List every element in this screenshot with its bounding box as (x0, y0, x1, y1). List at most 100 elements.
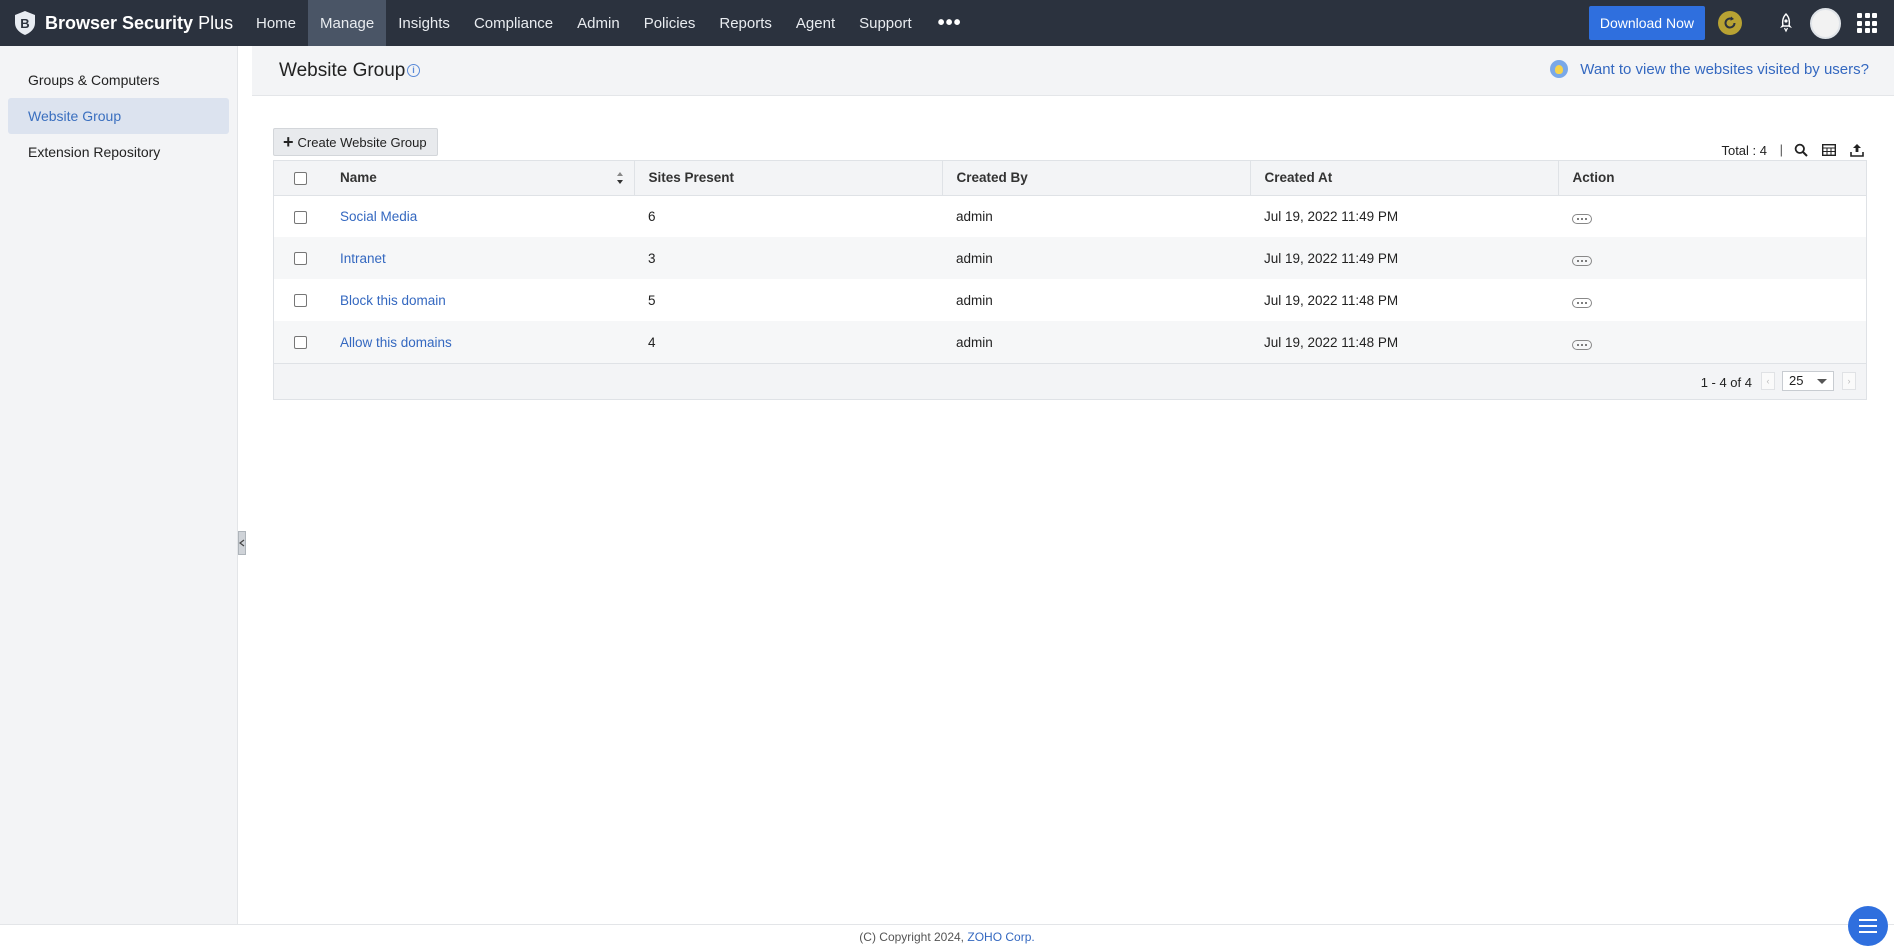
sidebar: Groups & Computers Website Group Extensi… (0, 46, 238, 924)
nav-policies[interactable]: Policies (632, 0, 708, 46)
sidebar-item-groups-computers[interactable]: Groups & Computers (8, 62, 229, 98)
table-row: Social Media 6 admin Jul 19, 2022 11:49 … (274, 195, 1866, 237)
action-cell (1558, 321, 1866, 363)
visited-websites-link[interactable]: Want to view the websites visited by use… (1580, 61, 1869, 78)
select-all-cell (274, 161, 326, 196)
page-footer: (C) Copyright 2024, ZOHO Corp. (0, 924, 1894, 948)
group-name-link[interactable]: Social Media (340, 209, 417, 224)
toolbar-separator: | (1779, 142, 1783, 157)
create-website-group-button[interactable]: + Create Website Group (273, 128, 438, 156)
nav-home[interactable]: Home (244, 0, 308, 46)
nav-support[interactable]: Support (847, 0, 924, 46)
avatar[interactable] (1810, 7, 1841, 39)
menu-icon[interactable] (1848, 906, 1888, 946)
page-header: Website Group i Want to view the website… (252, 46, 1894, 96)
name-cell: Social Media (326, 195, 634, 237)
shield-b-icon: B (13, 10, 37, 36)
row-checkbox[interactable] (293, 336, 307, 350)
created-by-cell: admin (942, 237, 1250, 279)
table-row: Allow this domains 4 admin Jul 19, 2022 … (274, 321, 1866, 363)
created-at-cell: Jul 19, 2022 11:48 PM (1250, 321, 1558, 363)
topbar-actions: Download Now (1588, 0, 1894, 46)
brand-name: Browser Security Plus (45, 13, 233, 34)
created-by-cell: admin (942, 321, 1250, 363)
row-checkbox[interactable] (293, 210, 307, 224)
more-options-icon[interactable] (1572, 214, 1592, 225)
company-link[interactable]: ZOHO Corp. (967, 930, 1034, 944)
nav-admin[interactable]: Admin (565, 0, 632, 46)
visited-websites-prompt: Want to view the websites visited by use… (1550, 60, 1869, 78)
created-at-cell: Jul 19, 2022 11:49 PM (1250, 237, 1558, 279)
grid-apps-icon[interactable] (1857, 13, 1877, 33)
main-content: Website Group i Want to view the website… (252, 46, 1894, 924)
sites-present-cell: 4 (634, 321, 942, 363)
table-columns-icon[interactable] (1821, 142, 1837, 158)
page-title: Website Group (279, 60, 406, 81)
more-options-icon[interactable]: ••• (924, 0, 976, 46)
group-name-link[interactable]: Intranet (340, 251, 386, 266)
group-name-link[interactable]: Block this domain (340, 293, 446, 308)
row-select-cell (274, 237, 326, 279)
info-icon[interactable]: i (407, 64, 420, 77)
chevron-left-icon[interactable]: ‹ (1761, 372, 1775, 390)
top-navigation-bar: B Browser Security Plus Home Manage Insi… (0, 0, 1894, 46)
more-options-icon[interactable] (1572, 340, 1592, 350)
action-cell (1558, 237, 1866, 279)
name-cell: Allow this domains (326, 321, 634, 363)
create-website-group-label: Create Website Group (297, 134, 427, 150)
nav-reports[interactable]: Reports (707, 0, 784, 46)
sites-present-cell: 6 (648, 208, 656, 224)
column-header-action: Action (1558, 161, 1866, 196)
total-count: Total : 4 (1721, 143, 1767, 158)
sites-present-cell: 3 (634, 237, 942, 279)
lightbulb-icon (1550, 60, 1569, 78)
column-header-sites-present[interactable]: Sites Present (634, 161, 943, 196)
export-icon[interactable] (1849, 142, 1865, 158)
brand[interactable]: B Browser Security Plus (0, 0, 244, 46)
page-size-select[interactable]: 25 (1782, 371, 1834, 391)
created-at-cell: Jul 19, 2022 11:49 PM (1264, 208, 1399, 224)
more-options-icon[interactable] (1572, 298, 1592, 308)
more-options-icon[interactable] (1572, 256, 1592, 266)
row-select-cell (274, 195, 326, 237)
row-checkbox[interactable] (293, 294, 307, 308)
svg-text:B: B (20, 16, 29, 31)
group-name-link[interactable]: Allow this domains (340, 335, 452, 350)
created-by-cell: admin (956, 292, 993, 308)
sort-icon (616, 172, 623, 184)
column-header-name[interactable]: Name (326, 161, 635, 196)
chevron-left-icon (239, 539, 245, 547)
table-pagination: 1 - 4 of 4 ‹ 25 › (274, 363, 1866, 399)
refresh-icon[interactable] (1718, 11, 1742, 35)
action-cell (1558, 279, 1866, 321)
search-icon[interactable] (1793, 142, 1809, 158)
table-header-row: Name Sites Present Created By Created At… (274, 161, 1866, 196)
created-at-cell: Jul 19, 2022 11:48 PM (1264, 292, 1399, 308)
column-header-created-by[interactable]: Created By (942, 161, 1251, 196)
row-checkbox[interactable] (293, 252, 307, 266)
plus-icon: + (283, 132, 294, 152)
nav-manage[interactable]: Manage (308, 0, 387, 46)
select-all-checkbox[interactable] (293, 172, 307, 186)
row-select-cell (274, 321, 326, 363)
column-header-name-label: Name (340, 170, 377, 186)
nav-insights[interactable]: Insights (386, 0, 462, 46)
nav-agent[interactable]: Agent (784, 0, 847, 46)
brand-name-bold: Browser Security (45, 12, 194, 33)
table-row: Block this domain 5 admin Jul 19, 2022 1… (274, 279, 1866, 321)
copyright-text: (C) Copyright 2024, (859, 930, 965, 944)
sidebar-item-website-group[interactable]: Website Group (8, 98, 229, 134)
table-toolbar: + Create Website Group Total : 4 | (273, 128, 1867, 160)
nav-compliance[interactable]: Compliance (462, 0, 565, 46)
rocket-icon[interactable] (1776, 12, 1796, 34)
chevron-right-icon[interactable]: › (1842, 372, 1856, 390)
sidebar-item-extension-repository[interactable]: Extension Repository (8, 134, 229, 170)
page-size-value: 25 (1789, 373, 1804, 388)
download-now-button[interactable]: Download Now (1588, 6, 1705, 40)
sidebar-collapse-handle[interactable] (238, 531, 246, 555)
name-cell: Intranet (326, 237, 634, 279)
column-header-created-at[interactable]: Created At (1250, 161, 1559, 196)
action-cell (1558, 195, 1866, 237)
pagination-range: 1 - 4 of 4 (1700, 375, 1752, 390)
created-by-cell: admin (956, 208, 993, 224)
